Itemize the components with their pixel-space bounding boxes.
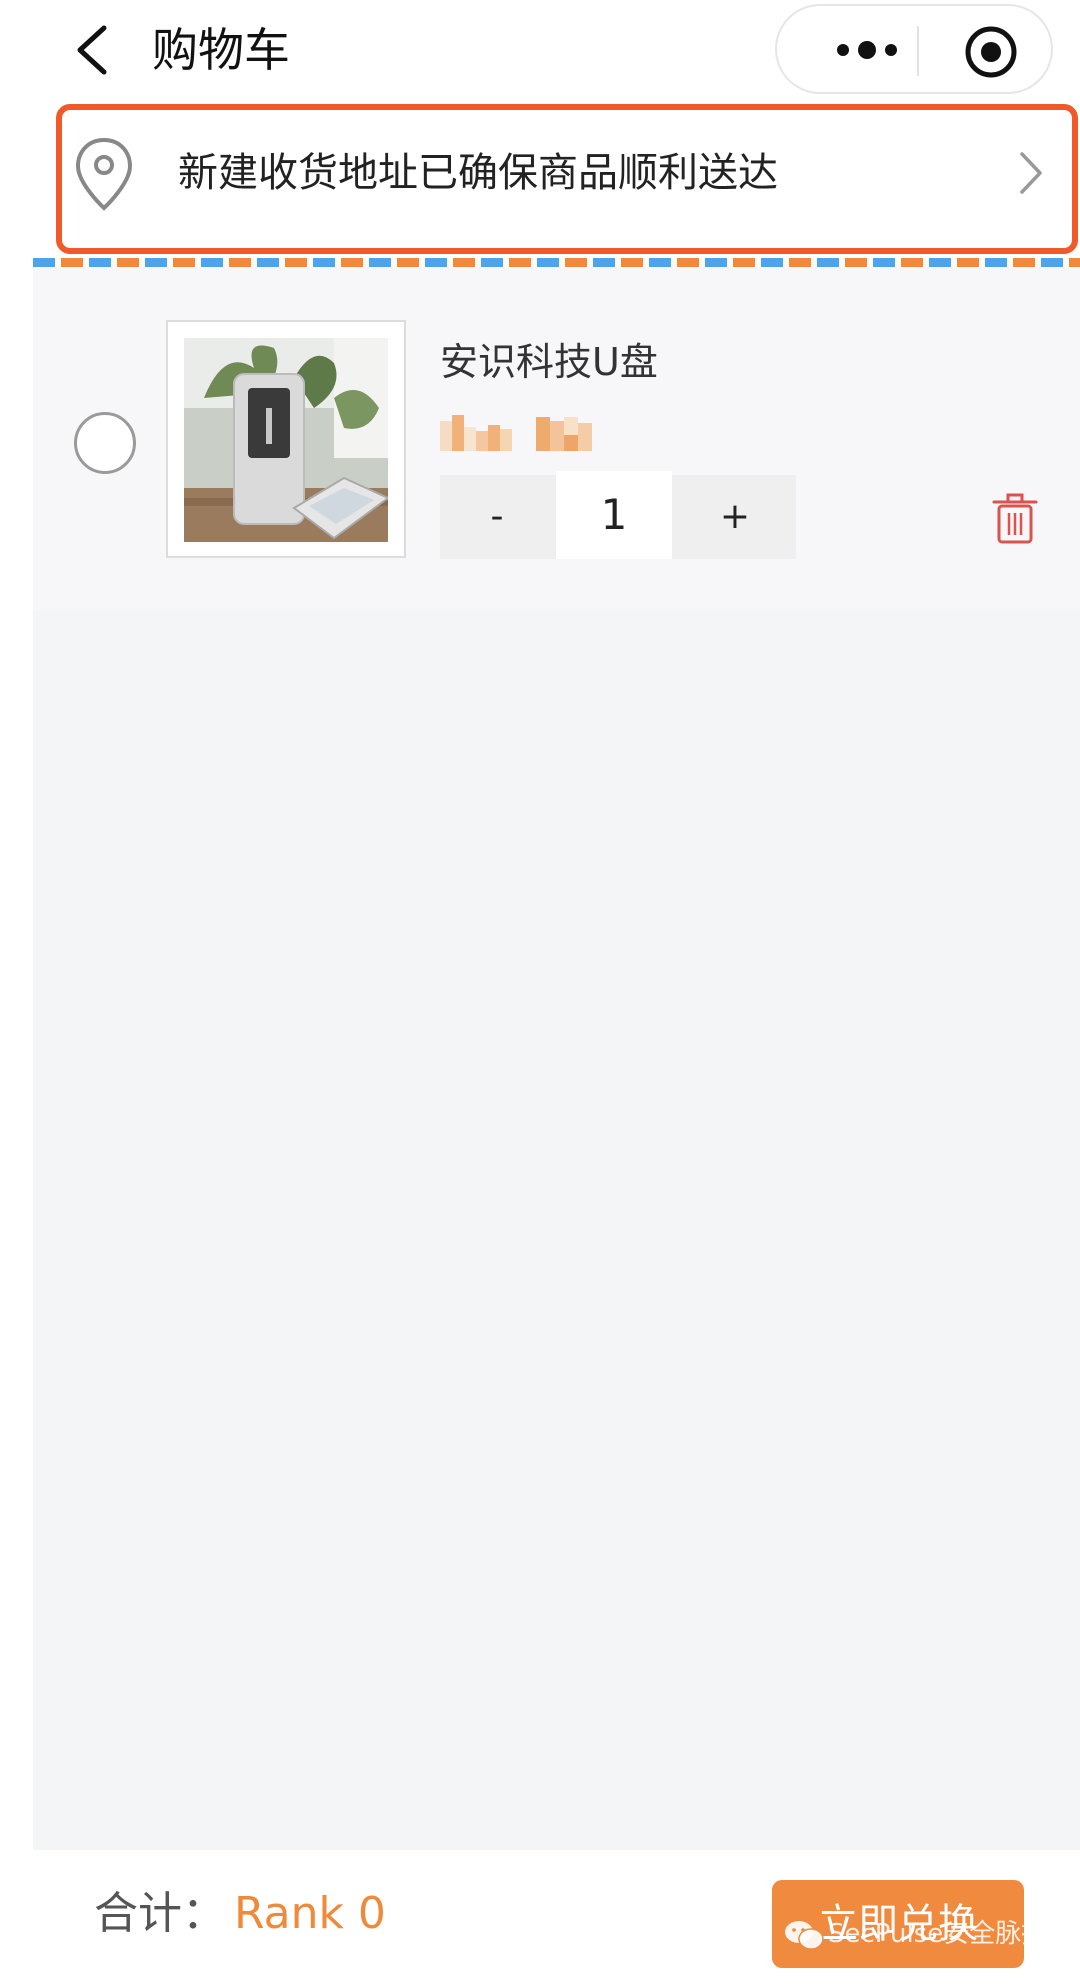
- item-select-radio[interactable]: [74, 412, 136, 474]
- more-icon[interactable]: [817, 28, 917, 72]
- location-pin-icon: [75, 137, 133, 211]
- decrease-quantity-button[interactable]: -: [440, 475, 554, 559]
- increase-quantity-button[interactable]: +: [674, 475, 796, 559]
- quantity-stepper: - 1 +: [440, 471, 796, 559]
- trash-icon[interactable]: [990, 492, 1040, 546]
- product-image: [184, 338, 388, 542]
- product-name: 安识科技U盘: [440, 340, 658, 384]
- quantity-value[interactable]: 1: [556, 471, 672, 559]
- wechat-icon: [785, 1920, 824, 1950]
- address-prompt-text[interactable]: 新建收货地址已确保商品顺利送达: [178, 145, 778, 201]
- mini-program-capsule: [775, 4, 1053, 94]
- total-value: Rank 0: [234, 1888, 386, 1939]
- capsule-divider: [917, 26, 919, 76]
- watermark-text: SecPulse安全脉搏: [828, 1919, 1048, 1949]
- left-edge-strip: [0, 0, 33, 1985]
- product-thumbnail[interactable]: [166, 320, 406, 558]
- chevron-right-icon[interactable]: [1016, 148, 1046, 198]
- address-envelope-stripe: [33, 258, 1080, 267]
- navbar: 购物车: [0, 0, 1080, 100]
- page-title: 购物车: [152, 23, 290, 77]
- watermark: SecPulse安全脉搏: [784, 1910, 1047, 1958]
- total-label: 合计：: [94, 1888, 226, 1939]
- back-icon[interactable]: [72, 22, 112, 78]
- close-target-icon[interactable]: [963, 24, 1019, 80]
- price-mosaic: [440, 415, 592, 451]
- cart-page: 购物车 新建收货地址已确保商品顺利送达 安识科技U盘 - 1 + 合计： Ran…: [0, 0, 1080, 1985]
